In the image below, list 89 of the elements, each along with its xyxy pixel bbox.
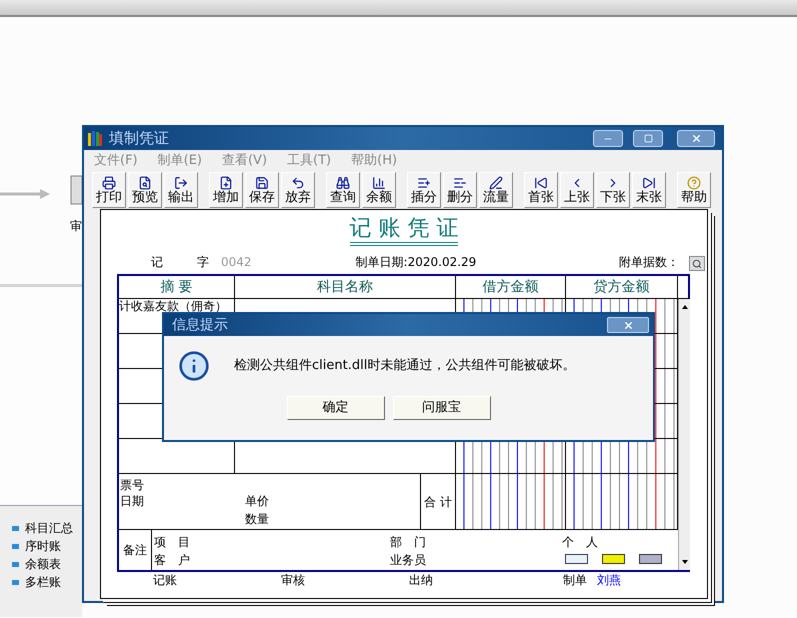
toolbar-button[interactable]: 放弃	[281, 172, 315, 208]
card-icon[interactable]	[602, 554, 625, 564]
binoculars-icon	[336, 176, 350, 190]
arrow-icon	[0, 189, 50, 199]
toolbar-button[interactable]: 末张	[632, 172, 666, 208]
scroll-down-icon	[682, 560, 688, 564]
voucher-type: 记	[151, 254, 163, 271]
bullet-icon	[12, 526, 19, 530]
remark-label: 备注	[123, 542, 147, 559]
close-button[interactable]	[677, 130, 715, 147]
maximize-button[interactable]	[633, 130, 663, 147]
total-label: 合 计	[424, 494, 452, 510]
toolbar-button[interactable]: 输出	[164, 172, 198, 208]
maximize-icon	[644, 134, 652, 143]
scroll-up-icon	[682, 305, 688, 309]
toolbar-button[interactable]: 插分	[407, 172, 441, 208]
pen-icon	[489, 176, 503, 190]
dialog-button[interactable]: 确定	[286, 396, 384, 420]
column-header: 贷方金额	[594, 278, 650, 296]
voucher-title: 记 账 凭 证	[350, 216, 458, 246]
magnifier-page-icon	[138, 176, 152, 190]
card-icon[interactable]	[565, 554, 588, 564]
project-label: 项 目	[154, 534, 190, 551]
floppy-icon	[255, 176, 269, 190]
list-minus-icon	[453, 176, 467, 190]
close-icon	[622, 320, 634, 330]
ledger-link[interactable]: 科目汇总	[25, 522, 73, 534]
toolbar-button[interactable]: 下张	[596, 172, 630, 208]
ledger-link[interactable]: 余额表	[25, 558, 61, 570]
ledger-link[interactable]: 序时账	[25, 540, 61, 552]
toolbar-button[interactable]: 删分	[443, 172, 477, 208]
bullet-icon	[12, 580, 19, 584]
toolbar-button[interactable]: 打印	[92, 172, 126, 208]
lookup-button[interactable]	[689, 256, 705, 271]
close-button[interactable]	[607, 317, 649, 333]
window-title: 填制凭证	[109, 128, 170, 150]
ticket-label: 票号	[120, 477, 144, 494]
toolbar-button[interactable]: 首张	[524, 172, 558, 208]
voucher-number: 0042	[221, 254, 252, 271]
card-icon[interactable]	[639, 554, 662, 564]
toolbar-button[interactable]: 查询	[326, 172, 360, 208]
signature-label: 审核	[281, 572, 305, 589]
voucher-word: 字	[197, 254, 209, 271]
toolbar-button[interactable]: 预览	[128, 172, 162, 208]
column-header: 科目名称	[317, 278, 373, 296]
skip-forward-icon	[642, 176, 656, 190]
signature-label: 制单	[563, 572, 587, 589]
ledger-link[interactable]: 多栏账	[25, 576, 61, 588]
salesperson-label: 业务员	[390, 552, 426, 569]
quantity-label: 数量	[245, 511, 269, 528]
date-label: 制单日期:	[356, 254, 408, 271]
customer-label: 客 户	[154, 552, 190, 569]
toolbar-button[interactable]: 余额	[362, 172, 396, 208]
attachments-label: 附单据数：	[619, 254, 679, 271]
bullet-icon	[12, 562, 19, 566]
toolbar-button[interactable]: 保存	[245, 172, 279, 208]
dialog-message: 检测公共组件client.dll时未能通过，公共组件可能被破坏。	[234, 357, 576, 376]
bullet-icon	[12, 544, 19, 548]
toolbar-button[interactable]: 流量	[479, 172, 513, 208]
dialog-button[interactable]: 问服宝	[392, 396, 490, 420]
date-field-label: 日期	[120, 493, 144, 510]
column-header: 借方金额	[482, 278, 538, 296]
voucher-date: 2020.02.29	[408, 254, 476, 271]
signature-name: 刘燕	[597, 572, 621, 589]
dialog-title: 信息提示	[172, 316, 229, 334]
signature-label: 出纳	[409, 572, 433, 589]
help-icon	[687, 176, 701, 190]
person-label: 个 人	[562, 534, 598, 551]
list-plus-icon	[417, 176, 431, 190]
department-label: 部 门	[390, 534, 426, 551]
signature-label: 记账	[153, 572, 177, 589]
flow-label: 审	[70, 218, 82, 235]
books-icon	[87, 130, 103, 147]
search-icon	[692, 258, 702, 268]
scrollbar[interactable]	[678, 299, 690, 570]
close-icon	[690, 133, 702, 144]
toolbar-button[interactable]: 增加	[209, 172, 243, 208]
toolbar-button[interactable]: 上张	[560, 172, 594, 208]
summary-text: 计收嘉友款（佣奇）	[119, 299, 227, 313]
toolbar-button[interactable]: 帮助	[677, 172, 711, 208]
undo-icon	[291, 176, 305, 190]
bar-chart-icon	[372, 176, 386, 190]
minimize-button[interactable]	[593, 130, 623, 147]
unit-price-label: 单价	[245, 493, 269, 510]
info-icon	[178, 350, 210, 382]
printer-icon	[102, 176, 116, 190]
page-plus-icon	[219, 176, 233, 190]
column-header: 摘 要	[160, 278, 193, 296]
skip-back-icon	[534, 176, 548, 190]
